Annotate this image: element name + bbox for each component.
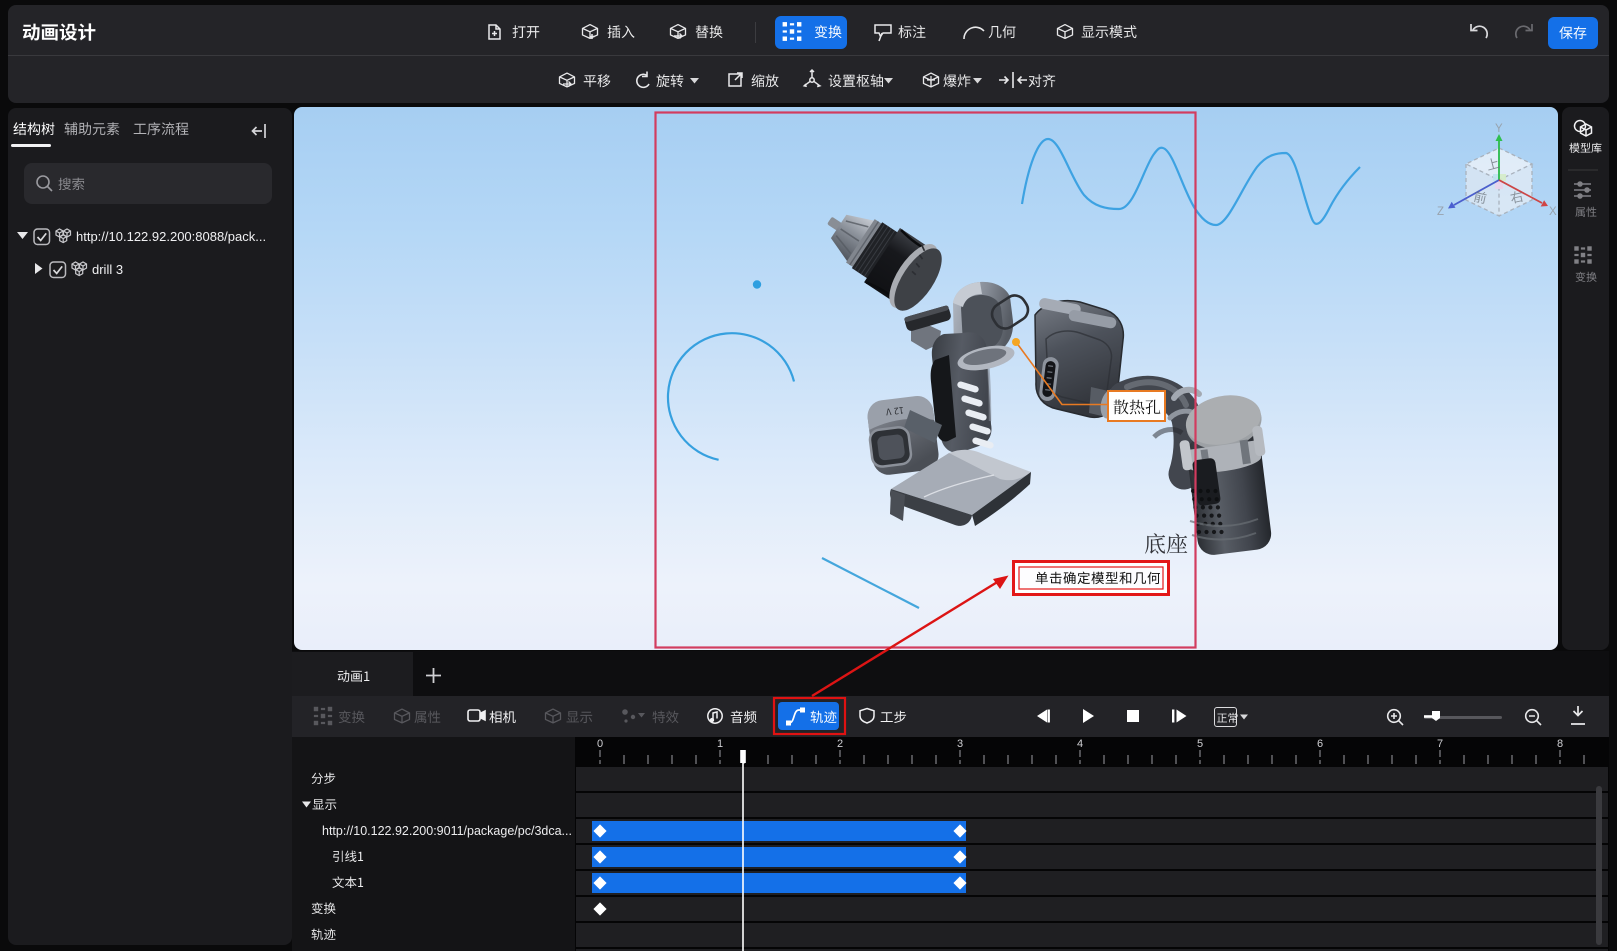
svg-text:0: 0 bbox=[597, 738, 603, 750]
svg-text:7: 7 bbox=[1437, 738, 1443, 750]
svg-text:4: 4 bbox=[1077, 738, 1083, 750]
svg-text:8: 8 bbox=[1557, 738, 1563, 750]
svg-text:5: 5 bbox=[1197, 738, 1203, 750]
svg-text:2: 2 bbox=[837, 738, 843, 750]
svg-text:1: 1 bbox=[717, 738, 723, 750]
svg-text:3: 3 bbox=[957, 738, 963, 750]
svg-text:6: 6 bbox=[1317, 738, 1323, 750]
